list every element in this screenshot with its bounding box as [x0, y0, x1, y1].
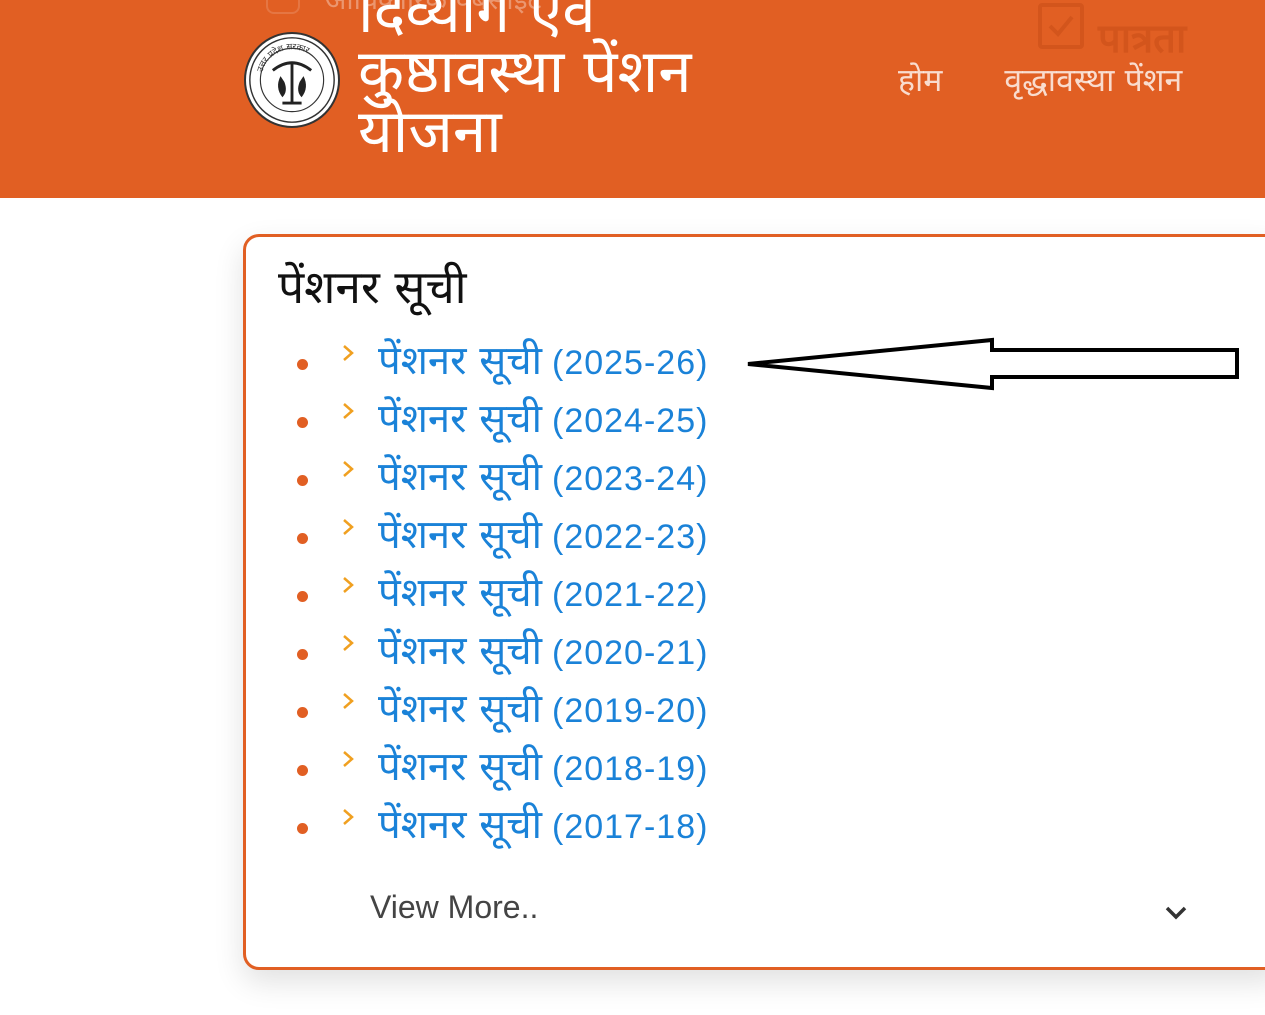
- link-label: पेंशनर सूची: [378, 512, 542, 558]
- chevron-right-icon: [343, 577, 354, 593]
- link-label: पेंशनर सूची: [378, 570, 542, 616]
- pensioner-list-link-2021-22[interactable]: पेंशनर सूची (2021-22): [378, 565, 708, 629]
- pensioner-list-link-2020-21[interactable]: पेंशनर सूची (2020-21): [378, 623, 708, 687]
- view-more-link[interactable]: View More..: [370, 889, 538, 926]
- link-label: पेंशनर सूची: [378, 454, 542, 500]
- bullet-icon: [297, 765, 308, 776]
- pensioner-list: पेंशनर सूची (2025-26) पेंशनर सूची (2024-25…: [246, 333, 946, 855]
- arrow-left-icon: [747, 337, 1239, 391]
- bullet-icon: [297, 707, 308, 718]
- link-label: पेंशनर सूची: [378, 396, 542, 442]
- link-year: (2018-19): [552, 750, 709, 788]
- list-item: पेंशनर सूची (2024-25): [246, 391, 946, 449]
- bullet-icon: [297, 533, 308, 544]
- list-item: पेंशनर सूची (2020-21): [246, 623, 946, 681]
- site-header: आधिकारिक वेबसाइट उत्तर प्रदेश सरकार दिव्…: [0, 0, 1265, 198]
- link-year: (2020-21): [552, 634, 709, 672]
- chevron-right-icon: [343, 751, 354, 767]
- link-label: पेंशनर सूची: [378, 628, 542, 674]
- link-label: पेंशनर सूची: [378, 338, 542, 384]
- bullet-icon: [297, 359, 308, 370]
- list-item: पेंशनर सूची (2019-20): [246, 681, 946, 739]
- link-year: (2021-22): [552, 576, 709, 614]
- chevron-right-icon: [343, 693, 354, 709]
- link-label: पेंशनर सूची: [378, 686, 542, 732]
- site-title: दिव्यांग एवं कुष्ठावस्था पेंशन योजना: [358, 0, 692, 167]
- pensioner-list-link-2019-20[interactable]: पेंशनर सूची (2019-20): [378, 681, 708, 745]
- pensioner-list-link-2017-18[interactable]: पेंशनर सूची (2017-18): [378, 797, 708, 861]
- bullet-icon: [297, 649, 308, 660]
- emblem-icon: उत्तर प्रदेश सरकार: [249, 37, 335, 123]
- link-year: (2025-26): [552, 344, 709, 382]
- chevron-right-icon: [343, 403, 354, 419]
- nav-item-old-age-pension[interactable]: वृद्धावस्था पेंशन: [1004, 58, 1182, 101]
- chevron-right-icon: [343, 809, 354, 825]
- eligibility-label: पात्रता: [1098, 16, 1187, 62]
- chevron-down-icon[interactable]: [1164, 905, 1188, 921]
- chevron-right-icon: [343, 519, 354, 535]
- chevron-right-icon: [343, 635, 354, 651]
- checkbox-icon: [1038, 3, 1084, 49]
- up-government-logo[interactable]: उत्तर प्रदेश सरकार: [244, 32, 340, 128]
- eligibility-link[interactable]: पात्रता: [1038, 0, 1186, 60]
- bullet-icon: [297, 475, 308, 486]
- nav-item-home[interactable]: होम: [898, 58, 942, 101]
- list-item: पेंशनर सूची (2022-23): [246, 507, 946, 565]
- bullet-icon: [297, 417, 308, 428]
- pensioner-list-link-2025-26[interactable]: पेंशनर सूची (2025-26): [378, 333, 708, 397]
- link-label: पेंशनर सूची: [378, 744, 542, 790]
- list-item: पेंशनर सूची (2021-22): [246, 565, 946, 623]
- link-year: (2023-24): [552, 460, 709, 498]
- link-year: (2022-23): [552, 518, 709, 556]
- chevron-right-icon: [343, 345, 354, 361]
- link-label: पेंशनर सूची: [378, 802, 542, 848]
- bullet-icon: [297, 823, 308, 834]
- main-nav: होम वृद्धावस्था पेंशन: [898, 58, 1182, 101]
- top-strip-icon: [268, 0, 298, 12]
- pensioner-list-link-2018-19[interactable]: पेंशनर सूची (2018-19): [378, 739, 708, 803]
- link-year: (2019-20): [552, 692, 709, 730]
- bullet-icon: [297, 591, 308, 602]
- link-year: (2017-18): [552, 808, 709, 846]
- chevron-right-icon: [343, 461, 354, 477]
- pensioner-list-link-2024-25[interactable]: पेंशनर सूची (2024-25): [378, 391, 708, 455]
- pensioner-list-title: पेंशनर सूची: [278, 260, 467, 314]
- pensioner-list-link-2023-24[interactable]: पेंशनर सूची (2023-24): [378, 449, 708, 513]
- list-item: पेंशनर सूची (2018-19): [246, 739, 946, 797]
- pensioner-list-link-2022-23[interactable]: पेंशनर सूची (2022-23): [378, 507, 708, 571]
- list-item: पेंशनर सूची (2017-18): [246, 797, 946, 855]
- list-item: पेंशनर सूची (2023-24): [246, 449, 946, 507]
- link-year: (2024-25): [552, 402, 709, 440]
